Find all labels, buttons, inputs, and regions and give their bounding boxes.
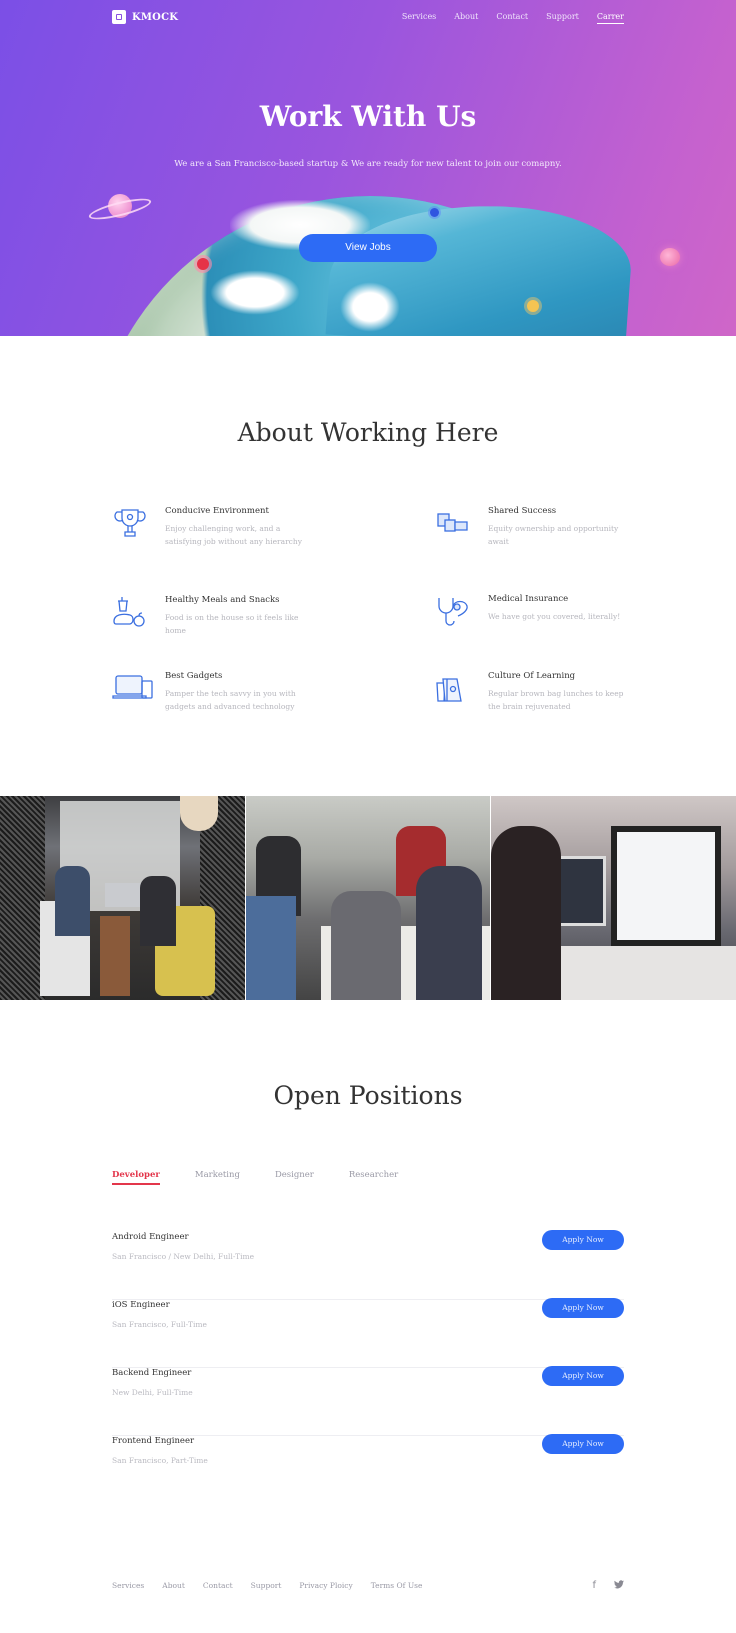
feature-title: Shared Success bbox=[488, 506, 557, 516]
footer-link-terms[interactable]: Terms Of Use bbox=[371, 1581, 423, 1590]
feature-description: Food is on the house so it feels like ho… bbox=[165, 613, 299, 635]
job-listing: iOS Engineer San Francisco, Full-Time Ap… bbox=[112, 1298, 624, 1368]
tab-developer[interactable]: Developer bbox=[112, 1170, 160, 1185]
job-meta: San Francisco, Full-Time bbox=[112, 1320, 207, 1329]
nav-link-career[interactable]: Carrer bbox=[596, 12, 625, 24]
footer-link-services[interactable]: Services bbox=[112, 1581, 144, 1590]
feature-description: Enjoy challenging work, and a satisfying… bbox=[165, 524, 302, 546]
apply-now-button[interactable]: Apply Now bbox=[542, 1366, 624, 1386]
apply-now-button[interactable]: Apply Now bbox=[542, 1434, 624, 1454]
feature-item: Conducive Environment Enjoy challenging … bbox=[112, 506, 332, 556]
footer-links: Services About Contact Support Privacy P… bbox=[112, 1581, 422, 1590]
social-links: f bbox=[592, 1580, 624, 1592]
office-photo-strip bbox=[0, 796, 736, 1000]
job-listing: Backend Engineer New Delhi, Full-Time Ap… bbox=[112, 1366, 624, 1436]
feature-item: Shared Success Equity ownership and oppo… bbox=[435, 506, 655, 556]
twitter-icon[interactable] bbox=[614, 1580, 624, 1592]
asteroid-illustration bbox=[660, 248, 680, 266]
location-pin-blue bbox=[430, 208, 439, 217]
stethoscope-icon bbox=[438, 598, 468, 626]
feature-item: Medical Insurance We have got you covere… bbox=[435, 594, 655, 644]
footer-link-about[interactable]: About bbox=[162, 1581, 185, 1590]
footer-link-privacy-policy[interactable]: Privacy Ploicy bbox=[299, 1581, 352, 1590]
feature-item: Best Gadgets Pamper the tech savvy in yo… bbox=[112, 671, 332, 721]
hero-title: Work With Us bbox=[259, 100, 477, 133]
lunch-bag-icon bbox=[436, 678, 462, 702]
hero-subtitle: We are a San Francisco-based startup & W… bbox=[174, 159, 562, 169]
feature-title: Best Gadgets bbox=[165, 671, 223, 681]
feature-description: Pamper the tech savvy in you with gadget… bbox=[165, 689, 296, 711]
hero-section: KMOCK Services About Contact Support Car… bbox=[0, 0, 736, 336]
nav-link-services[interactable]: Services bbox=[402, 12, 436, 21]
facebook-icon[interactable]: f bbox=[592, 1580, 596, 1592]
top-navigation: KMOCK Services About Contact Support Car… bbox=[112, 10, 625, 32]
nav-link-contact[interactable]: Contact bbox=[496, 12, 528, 21]
brand-name: KMOCK bbox=[132, 11, 179, 23]
location-pin-yellow bbox=[527, 300, 539, 312]
location-pin-red bbox=[197, 258, 209, 270]
apply-now-button[interactable]: Apply Now bbox=[542, 1298, 624, 1318]
feature-title: Healthy Meals and Snacks bbox=[165, 595, 280, 605]
job-listing: Android Engineer San Francisco / New Del… bbox=[112, 1230, 624, 1300]
globe-lake bbox=[340, 282, 400, 332]
meal-icon bbox=[113, 597, 145, 627]
office-photo-lounge bbox=[0, 796, 246, 1000]
nav-links: Services About Contact Support Carrer bbox=[402, 12, 625, 24]
tab-designer[interactable]: Designer bbox=[275, 1170, 314, 1180]
tab-researcher[interactable]: Researcher bbox=[349, 1170, 398, 1180]
feature-title: Culture Of Learning bbox=[488, 671, 576, 681]
feature-item: Healthy Meals and Snacks Food is on the … bbox=[112, 595, 332, 645]
job-meta: San Francisco / New Delhi, Full-Time bbox=[112, 1252, 255, 1261]
footer-link-contact[interactable]: Contact bbox=[203, 1581, 233, 1590]
feature-description: Equity ownership and opportunity await bbox=[488, 524, 619, 546]
office-photo-desks bbox=[491, 796, 736, 1000]
job-meta: New Delhi, Full-Time bbox=[112, 1388, 193, 1397]
footer-link-support[interactable]: Support bbox=[251, 1581, 282, 1590]
trophy-icon bbox=[114, 509, 146, 537]
feature-title: Medical Insurance bbox=[488, 594, 569, 604]
brand-logo[interactable]: KMOCK bbox=[112, 10, 178, 24]
positions-section-title: Open Positions bbox=[273, 1081, 463, 1110]
job-meta: San Francisco, Part-Time bbox=[112, 1456, 208, 1465]
view-jobs-button[interactable]: View Jobs bbox=[299, 234, 437, 262]
footer: Services About Contact Support Privacy P… bbox=[112, 1580, 624, 1595]
job-title: Backend Engineer bbox=[112, 1368, 192, 1378]
feature-description: Regular brown bag lunches to keep the br… bbox=[488, 689, 624, 711]
job-title: Frontend Engineer bbox=[112, 1436, 195, 1446]
globe-lake bbox=[210, 270, 300, 315]
planet-illustration bbox=[87, 190, 153, 224]
feature-item: Culture Of Learning Regular brown bag lu… bbox=[435, 671, 655, 721]
blocks-icon bbox=[437, 513, 468, 532]
position-tabs: Developer Marketing Designer Researcher bbox=[112, 1170, 398, 1185]
tab-marketing[interactable]: Marketing bbox=[195, 1170, 240, 1180]
job-title: iOS Engineer bbox=[112, 1300, 170, 1310]
about-section-title: About Working Here bbox=[237, 418, 499, 447]
feature-title: Conducive Environment bbox=[165, 506, 269, 516]
job-title: Android Engineer bbox=[112, 1232, 189, 1242]
job-listing: Frontend Engineer San Francisco, Part-Ti… bbox=[112, 1434, 624, 1504]
nav-link-support[interactable]: Support bbox=[546, 12, 579, 21]
office-photo-meeting bbox=[245, 796, 492, 1000]
nav-link-about[interactable]: About bbox=[454, 12, 478, 21]
devices-icon bbox=[112, 675, 153, 699]
apply-now-button[interactable]: Apply Now bbox=[542, 1230, 624, 1250]
feature-description: We have got you covered, literally! bbox=[488, 612, 621, 621]
logo-icon bbox=[112, 10, 126, 24]
